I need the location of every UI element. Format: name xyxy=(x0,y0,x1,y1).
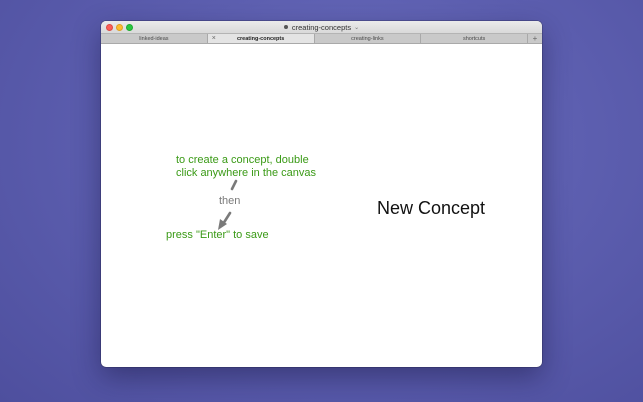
canvas[interactable]: to create a concept, double click anywhe… xyxy=(101,44,542,367)
add-tab-icon[interactable]: + xyxy=(528,34,542,43)
document-icon xyxy=(283,25,288,29)
tab-shortcuts[interactable]: shortcuts xyxy=(421,34,528,43)
tab-label: linked-ideas xyxy=(139,35,169,42)
tab-creating-links[interactable]: creating-links xyxy=(315,34,422,43)
save-hint: press "Enter" to save xyxy=(166,229,269,241)
title-bar: creating-concepts ⌄ xyxy=(101,21,542,33)
tab-creating-concepts[interactable]: × creating-concepts xyxy=(207,34,315,43)
chevron-down-icon[interactable]: ⌄ xyxy=(354,24,359,31)
tab-close-icon[interactable]: × xyxy=(212,34,216,43)
window-title[interactable]: creating-concepts ⌄ xyxy=(101,21,542,33)
then-label: then xyxy=(219,195,241,207)
tab-bar: linked-ideas × creating-concepts creatin… xyxy=(101,33,542,44)
hint-line: click anywhere in the canvas xyxy=(176,167,317,179)
hint-line: to create a concept, double xyxy=(176,154,309,166)
create-concept-hint: to create a concept, double click anywhe… xyxy=(176,154,316,180)
tab-label: creating-links xyxy=(351,35,384,42)
concept-node[interactable]: New Concept xyxy=(377,198,485,219)
tab-label: creating-concepts xyxy=(236,35,285,42)
tab-linked-ideas[interactable]: linked-ideas xyxy=(101,34,208,43)
window-title-text: creating-concepts xyxy=(291,22,352,32)
tab-label: shortcuts xyxy=(462,35,486,42)
